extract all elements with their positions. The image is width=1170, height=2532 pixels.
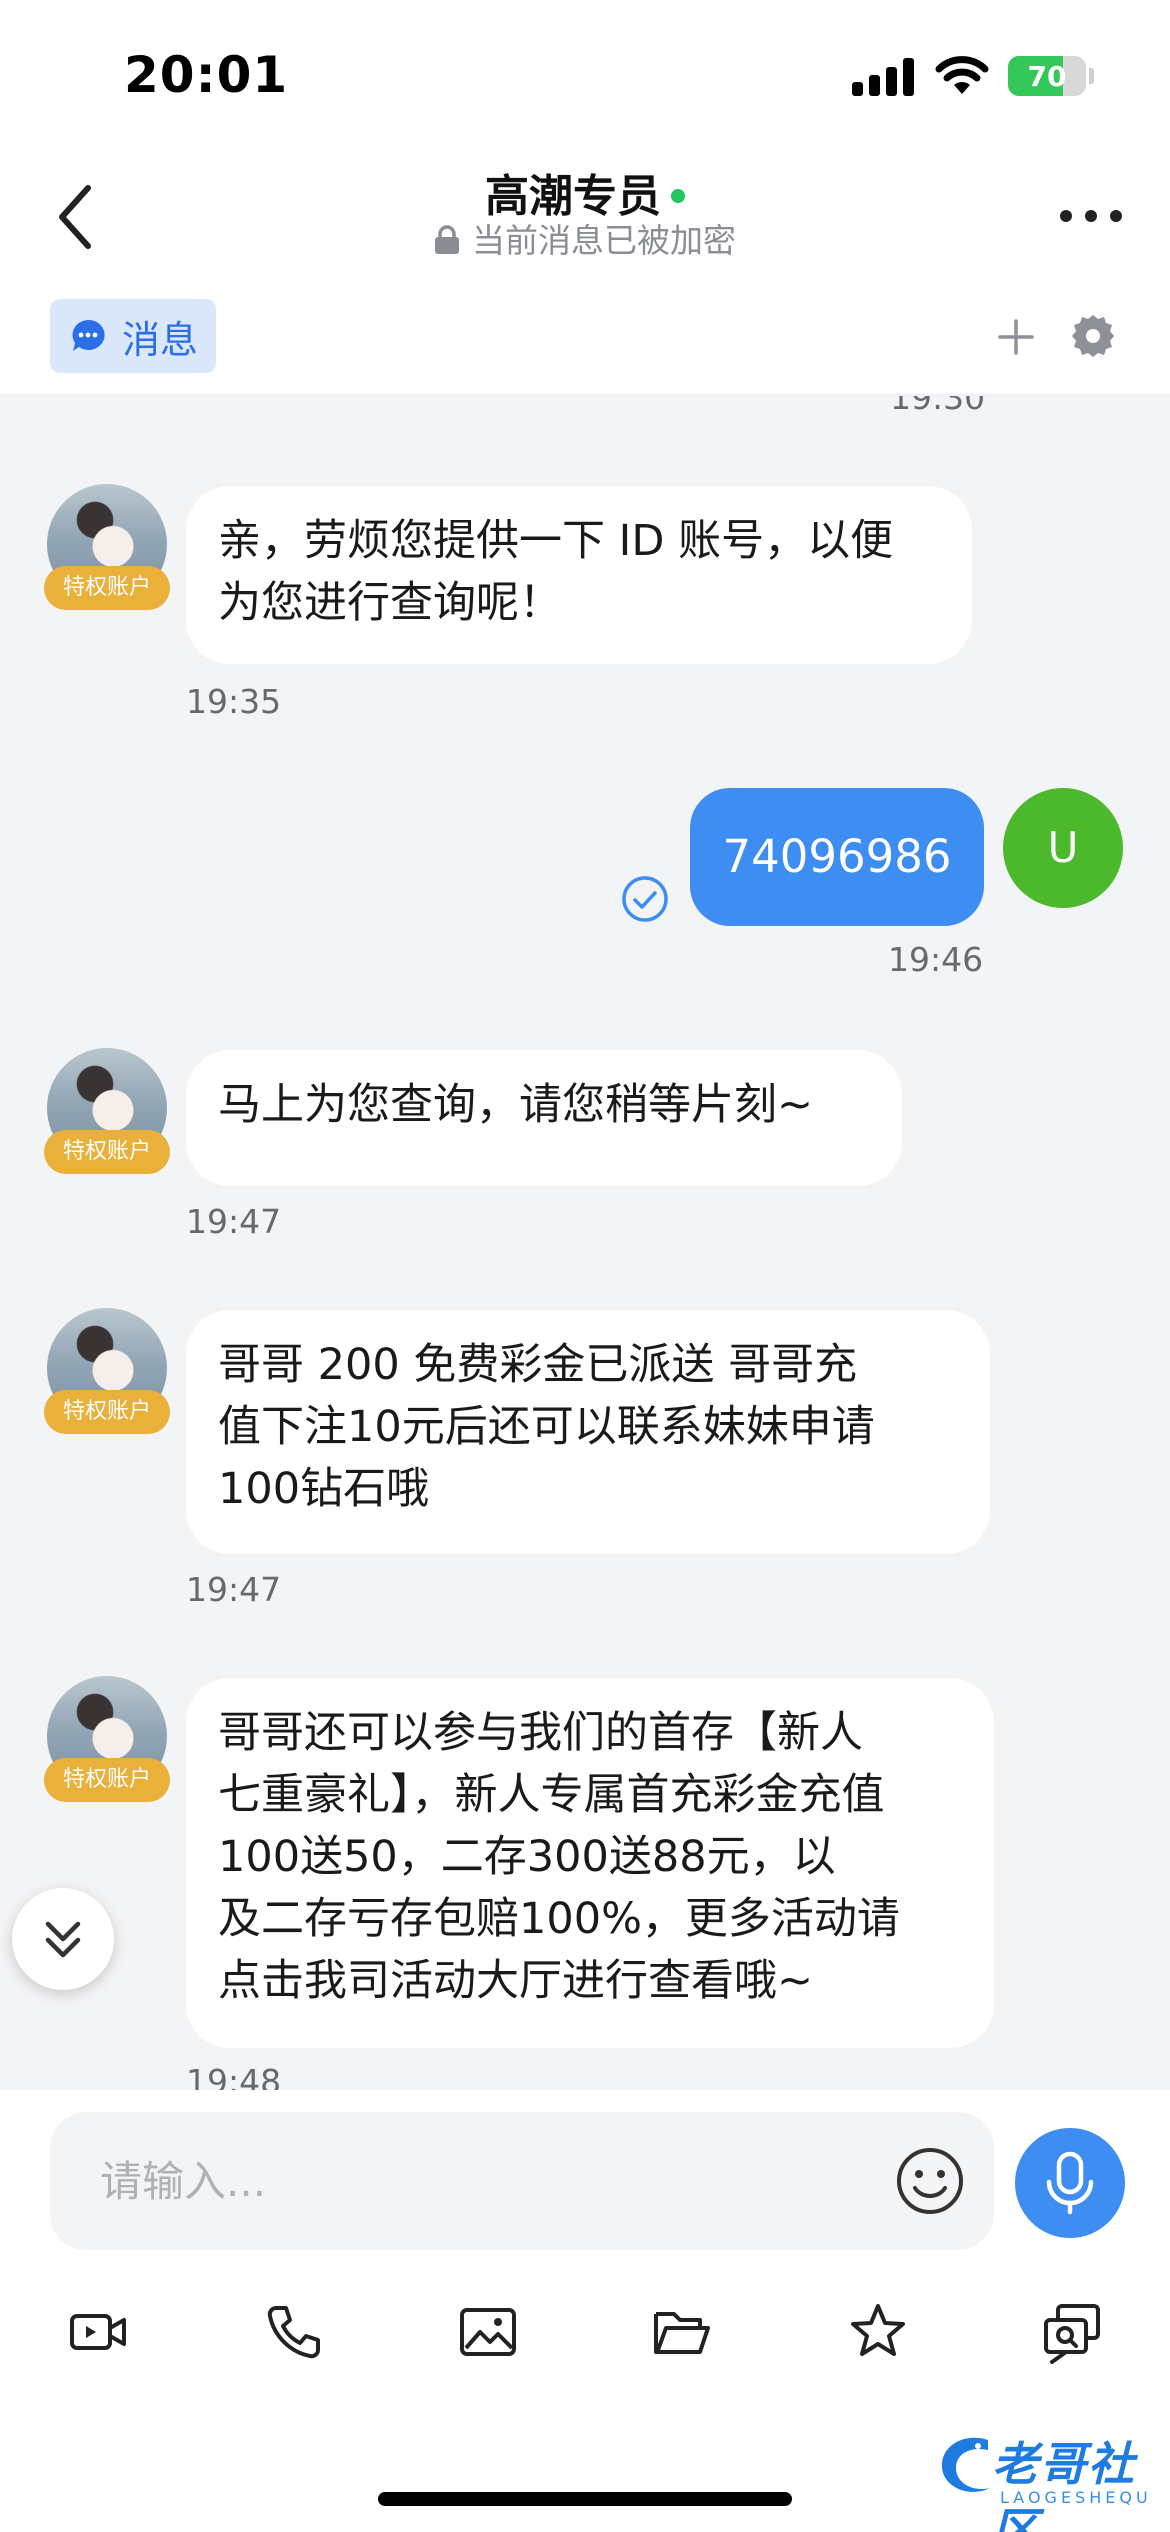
watermark-text: 老哥社区 [992, 2437, 1136, 2532]
scroll-to-bottom-button[interactable] [12, 1888, 114, 1990]
status-time: 20:01 [124, 46, 289, 104]
phone-icon[interactable] [262, 2300, 326, 2364]
agent-message-bubble: 亲，劳烦您提供一下 ID 账号，以便 为您进行查询呢！ [186, 486, 972, 664]
video-icon[interactable] [66, 2300, 130, 2364]
tab-messages[interactable]: 消息 [50, 299, 217, 373]
online-status-dot [671, 189, 685, 203]
chat-screen: 20:01 70 高潮专员 当前消息已被加密 消息 19:30 特权账户 亲，劳… [0, 0, 1170, 2532]
lock-icon [435, 225, 459, 254]
gear-icon[interactable] [1068, 311, 1118, 361]
message-line: 点击我司活动大厅进行查看哦~ [218, 1956, 814, 2006]
plus-icon[interactable] [994, 315, 1038, 359]
message-timestamp: 19:35 [186, 682, 282, 721]
message-line: 哥哥还可以参与我们的首存【新人 [218, 1708, 863, 1758]
emoji-icon[interactable] [893, 2144, 967, 2218]
signal-icon [852, 58, 914, 96]
image-icon[interactable] [456, 2300, 520, 2364]
privilege-badge: 特权账户 [44, 566, 170, 610]
agent-message-bubble: 马上为您查询，请您稍等片刻~ [186, 1050, 902, 1186]
double-chevron-down-icon [45, 1921, 81, 1958]
user-avatar[interactable]: U [1003, 788, 1123, 908]
message-line: 100钻石哦 [218, 1464, 430, 1514]
message-line: 哥哥 200 免费彩金已派送 哥哥充 [218, 1340, 858, 1390]
message-timestamp: 19:46 [888, 940, 984, 979]
chat-area[interactable]: 19:30 特权账户 亲，劳烦您提供一下 ID 账号，以便 为您进行查询呢！ 1… [0, 396, 1170, 2090]
folder-icon[interactable] [650, 2300, 714, 2364]
read-check-icon [622, 876, 668, 922]
message-line: 及二存亏存包赔100%，更多活动请 [218, 1894, 900, 1944]
microphone-icon [1046, 2151, 1094, 2215]
battery-tip [1089, 68, 1094, 84]
home-indicator [378, 2492, 792, 2506]
message-line: 值下注10元后还可以联系妹妹申请 [218, 1402, 875, 1452]
agent-message-bubble: 哥哥还可以参与我们的首存【新人 七重豪礼】，新人专属首充彩金充值 100送50，… [186, 1678, 994, 2048]
wifi-icon [935, 56, 989, 94]
search-card-icon[interactable] [1040, 2300, 1104, 2364]
tab-messages-label: 消息 [122, 317, 199, 362]
message-line: 为您进行查询呢！ [218, 578, 562, 628]
dragon-logo-icon [941, 2437, 990, 2492]
encryption-notice: 当前消息已被加密 [472, 221, 736, 260]
message-timestamp: 19:47 [186, 1570, 282, 1609]
message-line: 马上为您查询，请您稍等片刻~ [218, 1080, 814, 1130]
status-bar: 20:01 70 [0, 0, 1170, 150]
message-timestamp: 19:47 [186, 1202, 282, 1241]
message-timestamp: 19:30 [890, 396, 986, 417]
message-input[interactable] [50, 2112, 994, 2250]
tab-bar: 消息 [0, 295, 1170, 395]
message-timestamp: 19:48 [186, 2062, 282, 2090]
privilege-badge: 特权账户 [44, 1758, 170, 1802]
composer-area: 老哥社区 LAOGESHEQU [0, 2090, 1170, 2532]
message-line: 七重豪礼】，新人专属首充彩金充值 [218, 1770, 885, 1820]
message-line: 100送50，二存300送88元，以 [218, 1832, 836, 1882]
nav-bar: 高潮专员 当前消息已被加密 [0, 150, 1170, 295]
message-line: 亲，劳烦您提供一下 ID 账号，以便 [218, 516, 894, 566]
watermark-subtext: LAOGESHEQU [1000, 2488, 1152, 2507]
agent-message-bubble: 哥哥 200 免费彩金已派送 哥哥充 值下注10元后还可以联系妹妹申请 100钻… [186, 1310, 990, 1554]
privilege-badge: 特权账户 [44, 1130, 170, 1174]
user-message-bubble: 74096986 [690, 788, 984, 926]
privilege-badge: 特权账户 [44, 1390, 170, 1434]
battery-percent: 70 [1027, 60, 1067, 93]
more-options-button[interactable] [1060, 200, 1122, 230]
voice-button[interactable] [1015, 2128, 1125, 2238]
battery-icon: 70 [1008, 56, 1086, 96]
star-icon[interactable] [846, 2300, 910, 2364]
message-bubble-icon [72, 319, 105, 351]
watermark-logo: 老哥社区 LAOGESHEQU [930, 2428, 1160, 2532]
